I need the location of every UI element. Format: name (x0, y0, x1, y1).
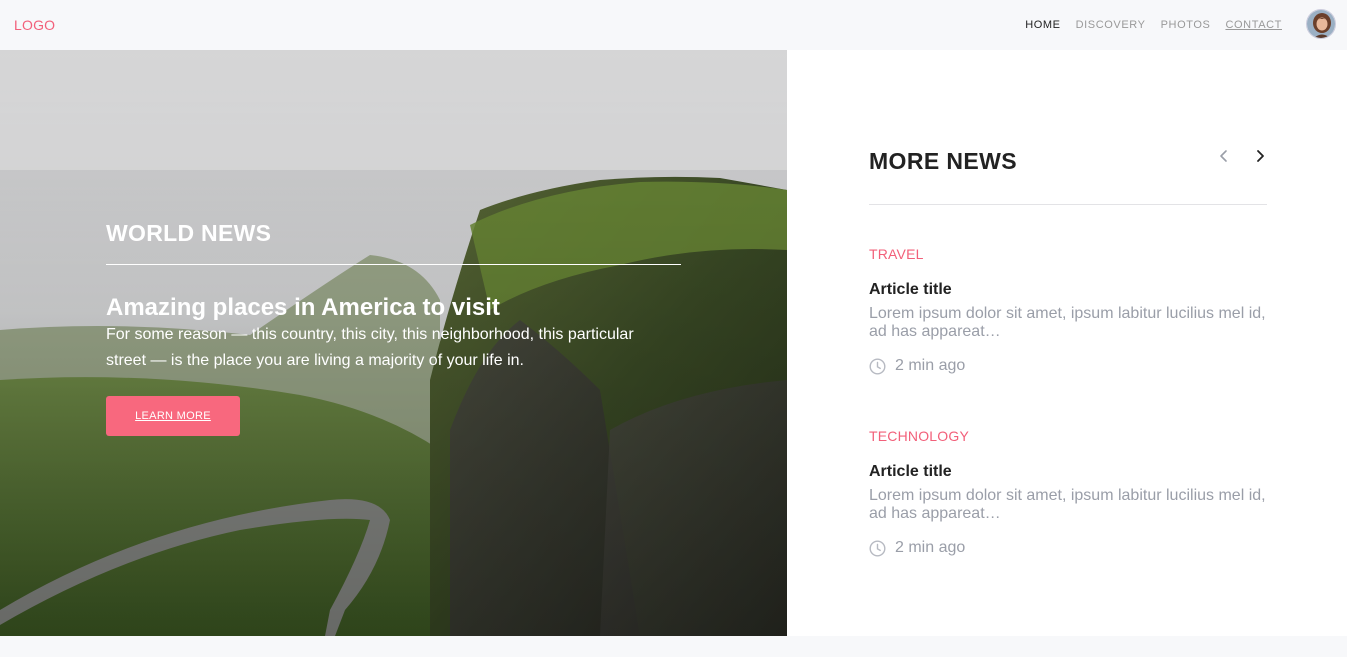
article-title[interactable]: Article title (869, 281, 1269, 299)
article-time: 2 min ago (895, 539, 966, 556)
hero-divider (106, 264, 681, 265)
carousel-controls (1217, 148, 1267, 164)
more-news-title: MORE NEWS (869, 148, 1017, 174)
hero-description: For some reason — this country, this cit… (106, 326, 634, 369)
nav-link-photos[interactable]: PHOTOS (1161, 19, 1211, 31)
learn-more-button[interactable]: LEARN MORE (106, 396, 240, 436)
clock-icon (869, 357, 886, 375)
nav-link-discovery[interactable]: DISCOVERY (1076, 19, 1146, 31)
hero-section-title: WORLD NEWS (106, 220, 272, 246)
more-news-panel: MORE NEWS TRAVEL Article title Lorem ips… (787, 50, 1347, 636)
chevron-left-icon[interactable] (1217, 148, 1231, 164)
article-excerpt: Lorem ipsum dolor sit amet, ipsum labitu… (869, 305, 1266, 340)
nav-links: HOME DISCOVERY PHOTOS CONTACT (1025, 19, 1282, 31)
news-item: TECHNOLOGY Article title Lorem ipsum dol… (869, 428, 1269, 557)
hero-content: WORLD NEWS Amazing places in America to … (106, 220, 681, 436)
hero-banner: WORLD NEWS Amazing places in America to … (0, 50, 787, 636)
chevron-right-icon[interactable] (1253, 148, 1267, 164)
article-category[interactable]: TRAVEL (869, 246, 1269, 262)
article-excerpt: Lorem ipsum dolor sit amet, ipsum labitu… (869, 487, 1266, 522)
avatar-icon (1307, 10, 1335, 38)
navbar: LOGO HOME DISCOVERY PHOTOS CONTACT (0, 0, 1347, 50)
article-time: 2 min ago (895, 357, 966, 374)
article-category[interactable]: TECHNOLOGY (869, 428, 1269, 444)
hero-headline: Amazing places in America to visit (106, 294, 500, 321)
article-title[interactable]: Article title (869, 463, 1269, 481)
nav-link-contact[interactable]: CONTACT (1225, 19, 1282, 31)
nav-link-home[interactable]: HOME (1025, 19, 1060, 31)
logo[interactable]: LOGO (14, 17, 55, 33)
article-meta: 2 min ago (869, 357, 1269, 375)
more-news-divider (869, 204, 1267, 205)
more-news-header: MORE NEWS (869, 148, 1267, 175)
news-item: TRAVEL Article title Lorem ipsum dolor s… (869, 246, 1269, 375)
user-avatar[interactable] (1306, 9, 1336, 39)
clock-icon (869, 539, 886, 557)
article-meta: 2 min ago (869, 539, 1269, 557)
